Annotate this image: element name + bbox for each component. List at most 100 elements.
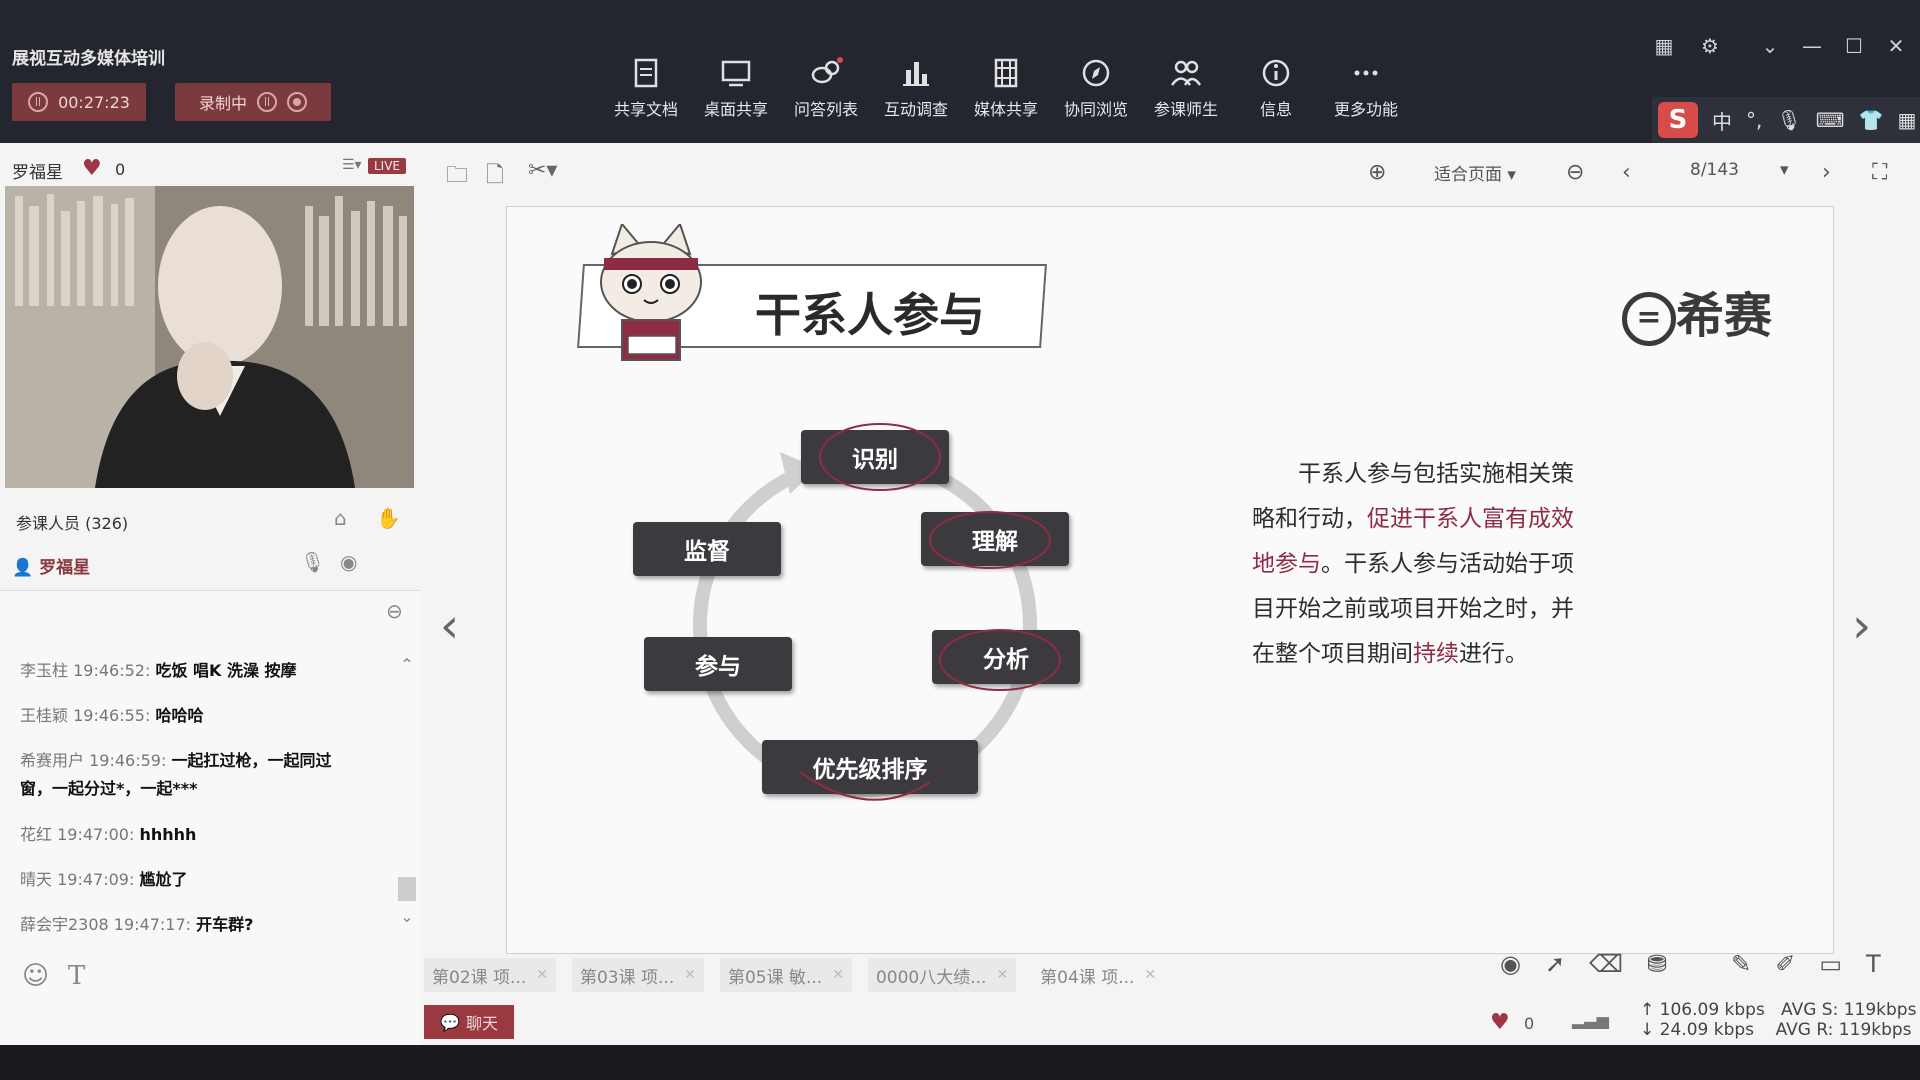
skin-icon[interactable]: 👕 [1859,108,1884,132]
toolbar-media-share[interactable]: 媒体共享 [961,56,1051,126]
chat-author: 王桂颖 19:46:55: [20,706,151,725]
mascot-cat-icon [600,224,702,361]
scroll-thumb[interactable] [398,877,416,901]
chat-bubble-icon: 💬 [440,1012,460,1032]
scroll-up-icon[interactable]: ⌃ [396,655,418,674]
timer-button[interactable]: || 00:27:23 [12,83,146,121]
toolbar-more[interactable]: 更多功能 [1321,56,1411,126]
grid-icon[interactable]: ▦ [1898,108,1917,132]
heart-icon[interactable]: ♥ [82,156,102,181]
doc-tab[interactable]: 第03课 项... ✕ [571,958,704,992]
close-tab-icon[interactable]: ✕ [832,967,844,983]
document-tabs: 第02课 项... ✕ 第03课 项... ✕ 第05课 敏... ✕ 0000八大绩… [424,958,1164,994]
text-format-icon[interactable]: T [68,961,85,991]
chat-text: 尴尬了 [139,870,188,889]
text-tool-icon[interactable]: T [1866,950,1881,978]
file-icon[interactable]: 🗋 [486,158,504,196]
toolbar-cobrowse[interactable]: 协同浏览 [1051,56,1141,126]
scissors-icon[interactable]: ✂▾ [528,158,557,183]
video-cam-icon[interactable]: ◉ [340,550,357,574]
highlighter-tool-icon[interactable]: ✐ [1775,950,1795,978]
host-row[interactable]: 👤 罗福星 [12,553,90,578]
prev-page-icon[interactable]: ‹ [1622,160,1631,185]
close-tab-icon[interactable]: ✕ [536,967,548,983]
next-page-icon[interactable]: › [1822,160,1831,185]
slide-prev-arrow[interactable]: ‹ [440,598,459,654]
pause-record-icon[interactable]: || [257,92,277,112]
cycle-step-monitor: 监督 [633,522,781,576]
app-title: 展视互动多媒体培训 [12,49,165,69]
toolbar-participants[interactable]: 参课师生 [1141,56,1231,126]
clear-tool-icon[interactable]: ⛃ [1647,950,1667,978]
avg-receive: AVG R: 119kbps [1775,1020,1912,1040]
collapse-icon[interactable]: ⊖ [386,599,403,623]
emoji-icon[interactable]: ☺ [22,961,49,991]
punct-icon[interactable]: °, [1746,108,1762,132]
ime-lang[interactable]: 中 [1712,106,1732,135]
heart-icon[interactable]: ♥ [1490,1010,1510,1035]
chat-text: 哈哈哈 [155,706,204,725]
close-tab-icon[interactable]: ✕ [684,967,696,983]
list-menu-icon[interactable]: ☰▾ [342,157,362,173]
eraser-tool-icon[interactable]: ⌫ [1589,950,1623,978]
doc-tab-active[interactable]: 第04课 项... ✕ [1032,958,1164,992]
document-icon [634,58,658,88]
rect-tool-icon[interactable]: ▭ [1819,950,1842,978]
annotation-tools: ◉ ➚ ⌫ ⛃ ✎ ✐ ▭ T [1500,950,1881,978]
keyboard-icon[interactable]: ⌨ [1816,108,1845,132]
chat-text: hhhhh [139,825,197,844]
mic-icon[interactable]: 🎙 [1776,108,1801,132]
pen-tool-icon[interactable]: ✎ [1731,950,1751,978]
doc-tab[interactable]: 第02课 项... ✕ [424,958,556,992]
doc-tab[interactable]: 0000八大绩... ✕ [867,958,1017,992]
maximize-icon[interactable]: ☐ [1842,34,1866,58]
host-name: 罗福星 [39,558,91,578]
chevron-down-icon[interactable]: ⌄ [1758,34,1782,58]
toolbar-share-doc[interactable]: 共享文档 [601,56,691,126]
toolbar-info[interactable]: 信息 [1231,56,1321,126]
stop-record-icon[interactable] [287,92,307,112]
upload-rate: 106.09 kbps [1659,1000,1765,1020]
page-dropdown-icon[interactable]: ▾ [1780,160,1789,180]
slide-next-arrow[interactable]: › [1852,598,1871,654]
close-tab-icon[interactable]: ✕ [996,967,1008,983]
camera-icon[interactable]: ⌂ [334,506,347,530]
layout-icon[interactable]: ▦ [1652,34,1676,58]
chat-message: 王桂颖 19:46:55: 哈哈哈 [20,702,360,730]
pointer-tool-icon[interactable]: ➚ [1545,950,1565,978]
annotation-strokes [799,423,1061,801]
download-rate: 24.09 kbps [1659,1020,1755,1040]
chat-tab[interactable]: 💬 聊天 [424,1005,514,1039]
scroll-down-icon[interactable]: ⌄ [396,907,418,926]
toolbar-qa-list[interactable]: 问答列表 [781,56,871,126]
tab-label: 第05课 敏... [727,967,823,988]
close-icon[interactable]: ✕ [1884,34,1908,58]
hand-icon[interactable]: ✋ [376,506,401,530]
chat-message: 花红 19:47:00: hhhhh [20,821,360,849]
info-icon [1262,59,1290,87]
close-tab-icon[interactable]: ✕ [1144,967,1156,983]
chat-author: 希赛用户 19:46:59: [20,751,167,770]
zoom-in-icon[interactable]: ⊕ [1368,160,1386,185]
record-tool-icon[interactable]: ◉ [1500,950,1521,978]
live-badge: LIVE [368,158,407,174]
zoom-out-icon[interactable]: ⊖ [1566,160,1584,185]
tab-label: 第03课 项... [579,967,675,988]
doc-tab[interactable]: 第05课 敏... ✕ [719,958,852,992]
fullscreen-icon[interactable]: ⛶ [1872,160,1887,185]
pause-icon: || [28,92,49,112]
fit-select[interactable]: 适合页面 ▾ [1434,160,1516,185]
network-stats: ↑ 106.09 kbps AVG S: 119kbps ↓ 24.09 kbp… [1640,1000,1916,1040]
chat-tab-label: 聊天 [465,1014,498,1033]
recording-control[interactable]: 录制中 || [175,83,331,121]
toolbar-desktop-share[interactable]: 桌面共享 [691,56,781,126]
minimize-icon[interactable]: — [1800,34,1824,58]
chat-scrollbar[interactable]: ⌃ ⌄ [396,655,418,930]
folder-icon[interactable]: 🗀 [446,158,468,196]
tab-label: 第02课 项... [432,967,527,988]
ime-toolbar[interactable]: S 中 °, 🎙 ⌨ 👕 ▦ [1652,97,1920,143]
toolbar-survey[interactable]: 互动调查 [871,56,961,126]
mic-icon[interactable]: 🎙 [300,550,325,574]
sogou-logo-icon: S [1658,102,1698,138]
settings-icon[interactable]: ⚙ [1698,34,1722,58]
